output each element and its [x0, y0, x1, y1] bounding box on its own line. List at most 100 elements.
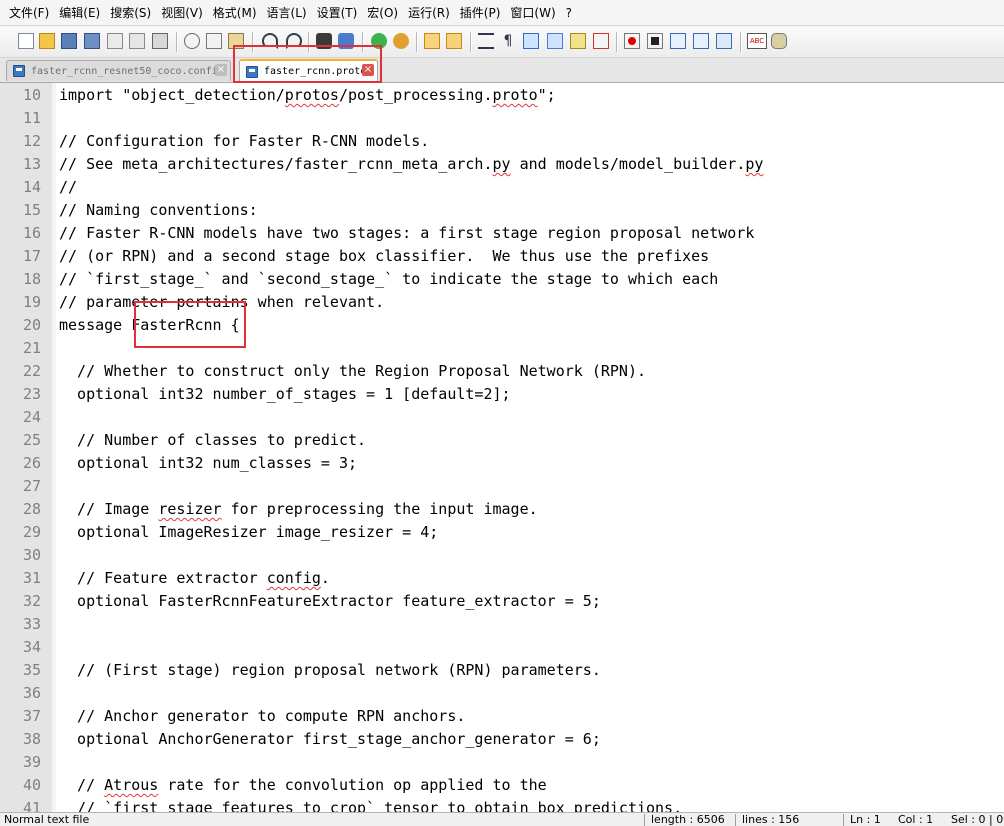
line-text: import "object_detection/protos/post_pro… [59, 86, 556, 104]
code-line[interactable]: 31 // Feature extractor config. [0, 567, 1004, 590]
menu-run[interactable]: 运行(R) [403, 2, 455, 24]
record-macro-icon[interactable] [624, 33, 640, 49]
code-line[interactable]: 19 // parameter pertains when relevant. [0, 291, 1004, 314]
cut-icon[interactable] [184, 33, 200, 49]
menu-macro[interactable]: 宏(O) [362, 2, 403, 24]
word-wrap-icon[interactable] [478, 33, 494, 49]
code-line[interactable]: 41 // `first_stage_features_to_crop` ten… [0, 797, 1004, 812]
code-line[interactable]: 21 [0, 337, 1004, 360]
line-number: 35 [22, 661, 41, 679]
line-number: 19 [22, 293, 41, 311]
zoom-in-icon[interactable] [371, 33, 387, 49]
code-line[interactable]: 17 // (or RPN) and a second stage box cla… [0, 245, 1004, 268]
code-line[interactable]: 27 [0, 475, 1004, 498]
menu-settings[interactable]: 设置(T) [312, 2, 363, 24]
line-number: 25 [22, 431, 41, 449]
redo-icon[interactable] [286, 33, 302, 49]
code-line[interactable]: 36 [0, 682, 1004, 705]
line-number: 10 [22, 86, 41, 104]
play-macro-multiple-icon[interactable] [693, 33, 709, 49]
menu-plugins[interactable]: 插件(P) [455, 2, 506, 24]
tab-faster-rcnn-config[interactable]: faster_rcnn_resnet50_coco.config × [6, 60, 231, 81]
menu-edit[interactable]: 编辑(E) [54, 2, 105, 24]
code-line[interactable]: 38 optional AnchorGenerator first_stage_… [0, 728, 1004, 751]
tab-faster-rcnn-proto[interactable]: faster_rcnn.proto × [239, 59, 378, 82]
code-line[interactable]: 28 // Image resizer for preprocessing th… [0, 498, 1004, 521]
menu-window[interactable]: 窗口(W) [505, 2, 560, 24]
save-all-icon[interactable] [84, 33, 100, 49]
code-line[interactable]: 35 // (First stage) region proposal netw… [0, 659, 1004, 682]
zoom-out-icon[interactable] [393, 33, 409, 49]
code-line[interactable]: 33 [0, 613, 1004, 636]
code-line[interactable]: 10 import "object_detection/protos/post_p… [0, 84, 1004, 107]
find-icon[interactable] [316, 33, 332, 49]
close-file-icon[interactable] [107, 33, 123, 49]
code-line[interactable]: 14 // [0, 176, 1004, 199]
code-line[interactable]: 24 [0, 406, 1004, 429]
code-line[interactable]: 29 optional ImageResizer image_resizer =… [0, 521, 1004, 544]
menu-help[interactable]: ? [561, 2, 577, 24]
document-map-icon[interactable] [570, 33, 586, 49]
line-number: 33 [22, 615, 41, 633]
code-line[interactable]: 13 // See meta_architectures/faster_rcnn_… [0, 153, 1004, 176]
menu-language[interactable]: 语言(L) [262, 2, 312, 24]
code-line[interactable]: 12 // Configuration for Faster R-CNN mode… [0, 130, 1004, 153]
file-icon [13, 65, 25, 77]
save-macro-icon[interactable] [716, 33, 732, 49]
code-line[interactable]: 23 optional int32 number_of_stages = 1 [… [0, 383, 1004, 406]
status-separator [735, 814, 736, 826]
sync-horizontal-icon[interactable] [446, 33, 462, 49]
code-line[interactable]: 39 [0, 751, 1004, 774]
menu-file[interactable]: 文件(F) [4, 2, 54, 24]
code-line[interactable]: 25 // Number of classes to predict. [0, 429, 1004, 452]
code-line[interactable]: 11 [0, 107, 1004, 130]
stop-macro-icon[interactable] [647, 33, 663, 49]
undo-icon[interactable] [262, 33, 278, 49]
line-number: 26 [22, 454, 41, 472]
line-text: // parameter pertains when relevant. [59, 293, 385, 311]
indent-guide-icon[interactable] [523, 33, 539, 49]
status-separator [644, 814, 645, 826]
open-folder-icon[interactable] [39, 33, 55, 49]
user-language-icon[interactable] [547, 33, 563, 49]
line-number: 23 [22, 385, 41, 403]
line-text: // Configuration for Faster R-CNN models… [59, 132, 430, 150]
spell-check-icon[interactable]: ABC [747, 33, 767, 49]
function-list-icon[interactable] [593, 33, 609, 49]
menu-format[interactable]: 格式(M) [208, 2, 262, 24]
new-file-icon[interactable] [18, 33, 34, 49]
toolbar-separator [308, 32, 310, 52]
editor[interactable]: 10 import "object_detection/protos/post_p… [0, 83, 1004, 812]
line-text: // Image resizer for preprocessing the i… [59, 500, 538, 518]
close-tab-icon[interactable]: × [215, 64, 227, 76]
play-macro-icon[interactable] [670, 33, 686, 49]
code-line[interactable]: 22 // Whether to construct only the Regi… [0, 360, 1004, 383]
line-text: // (or RPN) and a second stage box class… [59, 247, 710, 265]
code-line[interactable]: 40 // Atrous rate for the convolution op… [0, 774, 1004, 797]
save-icon[interactable] [61, 33, 77, 49]
show-all-characters-icon[interactable]: ¶ [500, 33, 516, 49]
close-all-icon[interactable] [129, 33, 145, 49]
code-line[interactable]: 18 // `first_stage_` and `second_stage_` … [0, 268, 1004, 291]
replace-icon[interactable] [338, 33, 354, 49]
menu-view[interactable]: 视图(V) [156, 2, 208, 24]
close-tab-icon[interactable]: × [362, 64, 374, 76]
menu-search[interactable]: 搜索(S) [105, 2, 156, 24]
sync-vertical-icon[interactable] [424, 33, 440, 49]
line-number: 16 [22, 224, 41, 242]
code-line[interactable]: 15 // Naming conventions: [0, 199, 1004, 222]
code-line[interactable]: 30 [0, 544, 1004, 567]
plugin-icon[interactable] [771, 33, 787, 49]
code-line[interactable]: 34 [0, 636, 1004, 659]
copy-icon[interactable] [206, 33, 222, 49]
print-icon[interactable] [152, 33, 168, 49]
toolbar-separator [616, 32, 618, 52]
code-line[interactable]: 20 message FasterRcnn { [0, 314, 1004, 337]
code-line[interactable]: 26 optional int32 num_classes = 3; [0, 452, 1004, 475]
code-line[interactable]: 32 optional FasterRcnnFeatureExtractor f… [0, 590, 1004, 613]
status-separator [843, 814, 844, 826]
code-line[interactable]: 16 // Faster R-CNN models have two stages… [0, 222, 1004, 245]
line-text: optional AnchorGenerator first_stage_anc… [59, 730, 601, 748]
paste-icon[interactable] [228, 33, 244, 49]
code-line[interactable]: 37 // Anchor generator to compute RPN an… [0, 705, 1004, 728]
